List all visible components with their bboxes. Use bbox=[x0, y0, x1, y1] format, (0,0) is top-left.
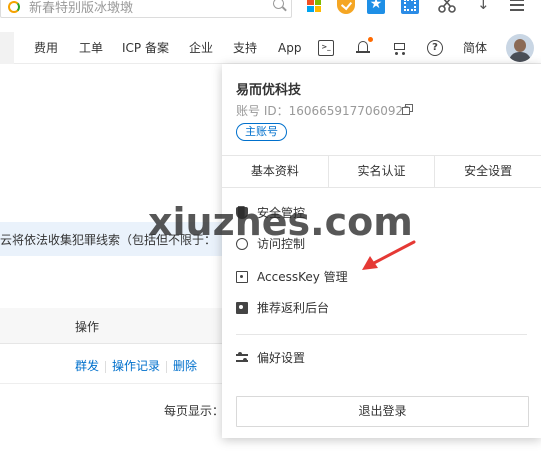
mass-send-link[interactable]: 群发 bbox=[75, 359, 99, 373]
scissor-icon[interactable] bbox=[437, 0, 457, 14]
account-id: 账号 ID：1606659177060922 bbox=[236, 104, 411, 118]
key-icon bbox=[236, 271, 248, 283]
language-switch[interactable]: 简体 bbox=[463, 32, 487, 64]
menu-icon[interactable] bbox=[508, 0, 526, 14]
console-topnav: 费用 工单 ICP 备案 企业 支持 App >_ ? 简体 bbox=[0, 32, 541, 64]
menu-item-label: 偏好设置 bbox=[257, 351, 306, 365]
logout-button[interactable]: 退出登录 bbox=[236, 396, 529, 427]
windows-icon[interactable] bbox=[305, 0, 323, 14]
panel-tabs: 基本资料 实名认证 安全设置 bbox=[222, 155, 541, 188]
tab-real-name[interactable]: 实名认证 bbox=[329, 156, 436, 187]
terminal-icon[interactable]: >_ bbox=[318, 40, 334, 56]
menu-item-label: 推荐返利后台 bbox=[257, 301, 330, 315]
browser-toolbar: 新春特别版冰墩墩 ★ ↓ bbox=[0, 0, 541, 22]
delete-link[interactable]: 删除 bbox=[173, 359, 197, 373]
tab-security-settings[interactable]: 安全设置 bbox=[435, 156, 541, 187]
nav-link-billing[interactable]: 费用 bbox=[34, 32, 58, 64]
bell-icon[interactable] bbox=[355, 37, 373, 56]
main-account-badge: 主账号 bbox=[236, 123, 287, 141]
table-row-actions: 群发 操作记录 删除 bbox=[75, 357, 197, 374]
page-size-label: 每页显示： bbox=[164, 404, 225, 418]
nav-link-tickets[interactable]: 工单 bbox=[79, 32, 103, 64]
star-icon[interactable]: ★ bbox=[367, 0, 385, 14]
sliders-icon bbox=[236, 352, 248, 364]
help-icon[interactable]: ? bbox=[427, 40, 443, 56]
panel-divider bbox=[236, 334, 527, 335]
copy-icon[interactable] bbox=[402, 104, 413, 115]
browser-logo-icon bbox=[8, 1, 20, 13]
address-bar[interactable]: 新春特别版冰墩墩 bbox=[0, 0, 292, 18]
operation-log-link[interactable]: 操作记录 bbox=[112, 359, 160, 373]
nav-link-enterprise[interactable]: 企业 bbox=[189, 32, 213, 64]
search-icon[interactable] bbox=[273, 0, 284, 9]
watermark: xiuzhes.com bbox=[148, 200, 413, 244]
annotation-arrow-icon bbox=[362, 240, 416, 270]
nav-link-app[interactable]: App bbox=[278, 32, 301, 64]
menu-item-label: AccessKey 管理 bbox=[257, 270, 348, 284]
nav-link-icp[interactable]: ICP 备案 bbox=[122, 32, 169, 64]
cart-icon[interactable] bbox=[391, 40, 407, 56]
avatar[interactable] bbox=[506, 34, 534, 62]
company-name: 易而优科技 bbox=[236, 83, 302, 98]
shield-icon[interactable] bbox=[337, 0, 355, 14]
notification-dot bbox=[368, 37, 373, 42]
qr-icon[interactable] bbox=[401, 0, 419, 14]
column-header-ops: 操作 bbox=[75, 320, 100, 334]
nav-link-support[interactable]: 支持 bbox=[233, 32, 257, 64]
download-icon[interactable]: ↓ bbox=[477, 0, 495, 14]
rebate-icon bbox=[236, 302, 248, 314]
address-placeholder: 新春特别版冰墩墩 bbox=[29, 1, 134, 16]
tab-basic-info[interactable]: 基本资料 bbox=[222, 156, 329, 187]
